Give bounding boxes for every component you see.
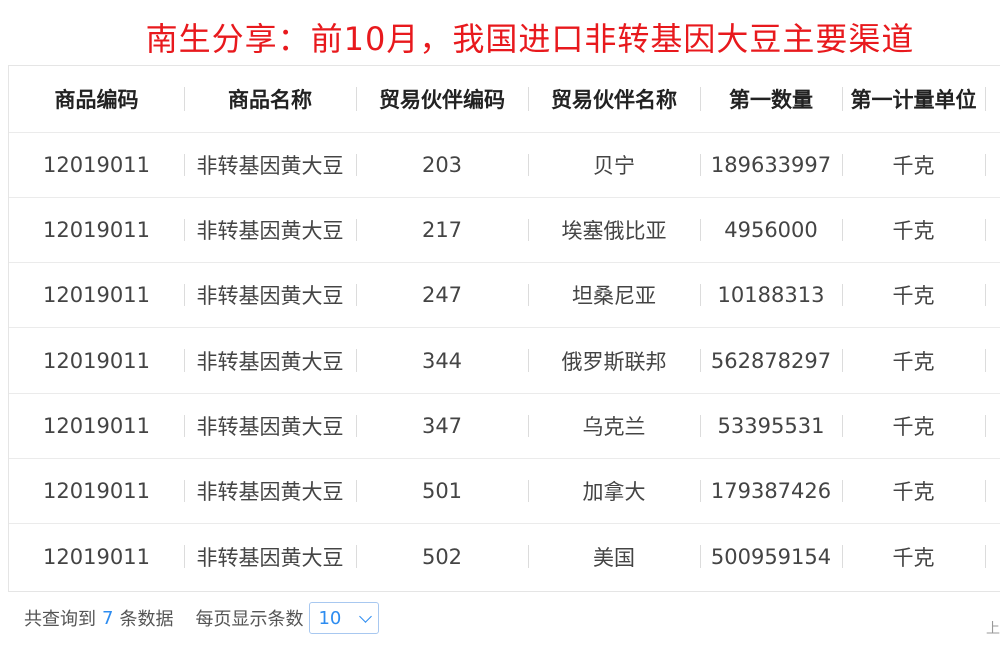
cell-partner-name: 贝宁 [528, 131, 700, 198]
table-header-row: 商品编码 商品名称 贸易伙伴编码 贸易伙伴名称 第一数量 第一计量单位 [9, 66, 1000, 132]
cell-partner-name: 美国 [528, 523, 700, 590]
table-row: 12019011 非转基因黄大豆 502 美国 500959154 千克 [9, 523, 1000, 590]
page-size-select[interactable]: 10 [309, 602, 380, 634]
cell-partner-name: 俄罗斯联邦 [528, 327, 700, 394]
cell-partner-code: 247 [356, 262, 528, 328]
cell-commodity-name: 非转基因黄大豆 [184, 392, 356, 459]
total-prefix: 共查询到 [24, 609, 96, 630]
cell-commodity-name: 非转基因黄大豆 [184, 327, 356, 394]
cell-partner-name: 加拿大 [528, 457, 700, 524]
cell-commodity-name: 非转基因黄大豆 [184, 457, 356, 524]
cell-first-quantity: 10188313 [700, 262, 842, 328]
cell-first-quantity: 189633997 [700, 131, 842, 198]
table-row: 12019011 非转基因黄大豆 217 埃塞俄比亚 4956000 千克 [9, 196, 1000, 263]
cell-commodity-name: 非转基因黄大豆 [184, 196, 356, 263]
cell-partner-name: 坦桑尼亚 [528, 262, 700, 328]
cell-commodity-code: 12019011 [9, 523, 184, 590]
table-row: 12019011 非转基因黄大豆 247 坦桑尼亚 10188313 千克 [9, 262, 1000, 328]
cell-commodity-code: 12019011 [9, 196, 184, 263]
header-commodity-code: 商品编码 [54, 87, 139, 112]
data-table: 商品编码 商品名称 贸易伙伴编码 贸易伙伴名称 第一数量 第一计量单位 1201… [9, 66, 1000, 590]
pagination-prev-partial[interactable]: 上 [986, 618, 1000, 638]
cell-partner-code: 502 [356, 523, 528, 590]
cell-first-unit: 千克 [842, 262, 985, 328]
cell-first-unit: 千克 [842, 457, 985, 524]
table-row: 12019011 非转基因黄大豆 344 俄罗斯联邦 562878297 千克 [9, 327, 1000, 394]
cell-first-quantity: 53395531 [700, 392, 842, 459]
cell-overflow-column [985, 523, 1000, 590]
cell-first-quantity: 179387426 [700, 457, 842, 524]
cell-commodity-code: 12019011 [9, 131, 184, 198]
header-first-unit: 第一计量单位 [842, 66, 985, 132]
cell-partner-code: 501 [356, 457, 528, 524]
header-overflow-column [985, 66, 1000, 132]
table-row: 12019011 非转基因黄大豆 501 加拿大 179387426 千克 [9, 457, 1000, 524]
cell-first-unit: 千克 [842, 523, 985, 590]
cell-partner-code: 344 [356, 327, 528, 394]
cell-commodity-name: 非转基因黄大豆 [184, 523, 356, 590]
cell-first-quantity: 562878297 [700, 327, 842, 394]
table-row: 12019011 非转基因黄大豆 203 贝宁 189633997 千克 [9, 131, 1000, 198]
header-partner-code: 贸易伙伴编码 [356, 66, 528, 132]
cell-commodity-name: 非转基因黄大豆 [184, 262, 356, 328]
cell-commodity-name: 非转基因黄大豆 [184, 131, 356, 198]
header-first-quantity: 第一数量 [700, 66, 842, 132]
cell-overflow-column [985, 327, 1000, 394]
header-commodity-name: 商品名称 [184, 66, 356, 132]
cell-commodity-code: 12019011 [9, 327, 184, 394]
cell-commodity-code: 12019011 [9, 392, 184, 459]
cell-overflow-column [985, 457, 1000, 524]
cell-overflow-column [985, 196, 1000, 263]
cell-first-quantity: 4956000 [700, 196, 842, 263]
table-row: 12019011 非转基因黄大豆 347 乌克兰 53395531 千克 [9, 392, 1000, 459]
cell-partner-name: 埃塞俄比亚 [528, 196, 700, 263]
table-body: 12019011 非转基因黄大豆 203 贝宁 189633997 千克 12019011 非… [9, 131, 1000, 590]
cell-overflow-column [985, 262, 1000, 328]
page-size-label: 每页显示条数 [195, 609, 304, 630]
cell-overflow-column [985, 131, 1000, 198]
cell-first-quantity: 500959154 [700, 523, 842, 590]
cell-first-unit: 千克 [842, 327, 985, 394]
chevron-down-icon [359, 609, 373, 623]
cell-partner-code: 347 [356, 392, 528, 459]
cell-partner-name: 乌克兰 [528, 392, 700, 459]
header-partner-name: 贸易伙伴名称 [528, 66, 700, 132]
cell-commodity-code: 12019011 [9, 262, 184, 328]
cell-first-unit: 千克 [842, 392, 985, 459]
cell-partner-code: 217 [356, 196, 528, 263]
pagination-bar: 共查询到 7 条数据 每页显示条数 10 [24, 600, 380, 636]
total-suffix: 条数据 [119, 609, 174, 630]
total-count: 7 [102, 607, 114, 629]
page-title: 南生分享：前10月，我国进口非转基因大豆主要渠道 [145, 20, 915, 58]
cell-partner-code: 203 [356, 131, 528, 198]
cell-first-unit: 千克 [842, 196, 985, 263]
cell-overflow-column [985, 392, 1000, 459]
cell-first-unit: 千克 [842, 131, 985, 198]
data-table-container: 商品编码 商品名称 贸易伙伴编码 贸易伙伴名称 第一数量 第一计量单位 1201… [8, 65, 1000, 592]
cell-commodity-code: 12019011 [9, 457, 184, 524]
page-size-value: 10 [318, 607, 342, 629]
